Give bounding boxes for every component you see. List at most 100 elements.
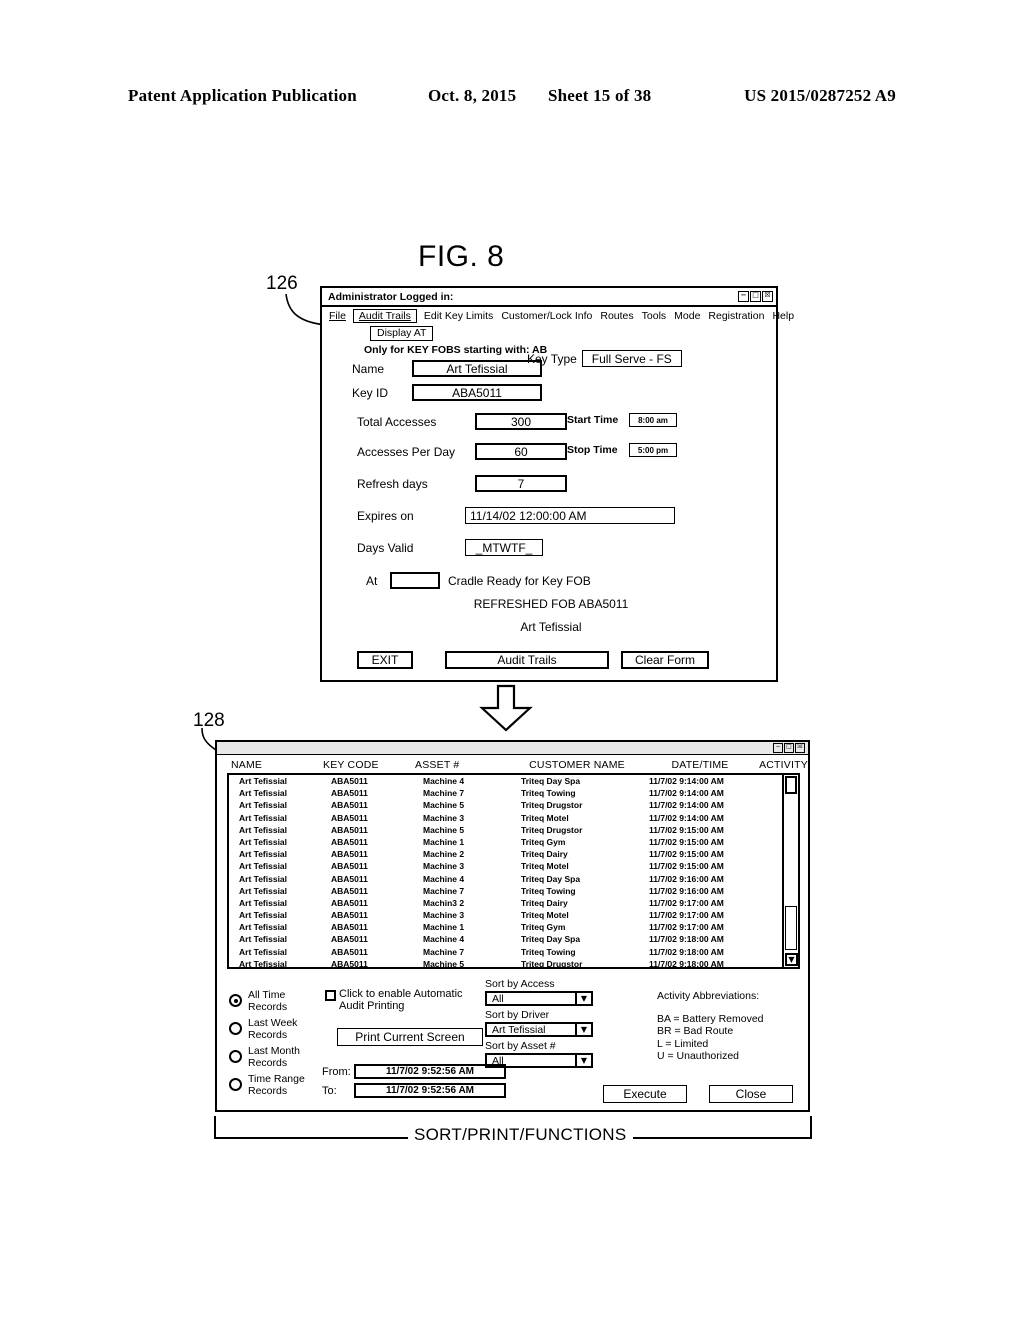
menu-item-edit-key-limits[interactable]: Edit Key Limits (423, 310, 494, 322)
chevron-down-icon[interactable]: ▼ (575, 993, 591, 1004)
accesses-per-day-field[interactable]: 60 (475, 443, 567, 460)
table-body: Art Tefissial ABA5011 Machine 4 Triteq Day … (229, 775, 798, 969)
at-field[interactable] (390, 572, 440, 589)
table-row[interactable]: Art Tefissial ABA5011 Machine 4 Triteq Day … (229, 873, 798, 885)
table-cell-cust: Triteq Dairy (521, 897, 568, 908)
refresh-status-line2: Art Tefissial (520, 620, 582, 634)
expires-on-row: Expires on 11/14/02 12:00:00 AM (357, 507, 675, 524)
menu-item-registration[interactable]: Registration (707, 310, 765, 322)
days-valid-field[interactable]: _MTWTF_ (465, 539, 543, 556)
table-cell-key: ABA5011 (331, 922, 368, 933)
audit-trails-button[interactable]: Audit Trails (445, 651, 609, 669)
table-row[interactable]: Art Tefissial ABA5011 Machin3 2 Triteq Dair… (229, 897, 798, 909)
start-time-field[interactable]: 8:00 am (629, 413, 677, 427)
key-id-label: Key ID (352, 385, 389, 400)
expires-on-label: Expires on (357, 508, 414, 523)
menu-item-customer-lock-info[interactable]: Customer/Lock Info (500, 310, 593, 322)
sort-select-group: Sort by Access All ▼ Sort by Driver Art Tefi… (485, 978, 593, 1071)
menu-item-routes[interactable]: Routes (599, 310, 634, 322)
table-row[interactable]: Art Tefissial ABA5011 Machine 3 Triteq Mote… (229, 909, 798, 921)
clear-form-button[interactable]: Clear Form (621, 651, 709, 669)
chevron-down-icon[interactable]: ▼ (575, 1024, 591, 1035)
scrollbar-track-segment[interactable] (785, 906, 797, 950)
radio-button[interactable] (229, 1078, 242, 1091)
menu-item-mode[interactable]: Mode (673, 310, 701, 322)
table-cell-asset: Machine 5 (423, 824, 465, 835)
table-row[interactable]: Art Tefissial ABA5011 Machine 4 Triteq Day … (229, 933, 798, 945)
from-field[interactable]: 11/7/02 9:52:56 AM (354, 1064, 506, 1079)
radio-label-line2: Records (248, 1056, 288, 1069)
table-cell-cust: Triteq Drugstor (521, 824, 583, 835)
radio-label: Last Week Records (248, 1017, 297, 1041)
minimize-icon[interactable]: − (773, 743, 783, 753)
menu-item-tools[interactable]: Tools (641, 310, 668, 322)
select-2[interactable]: Art Tefissial ▼ (485, 1022, 593, 1037)
scroll-down-arrow-icon[interactable]: ▼ (785, 953, 798, 966)
radio-button[interactable] (229, 994, 242, 1007)
table-row[interactable]: Art Tefissial ABA5011 Machine 5 Triteq Drug… (229, 799, 798, 811)
table-cell-key: ABA5011 (331, 788, 368, 799)
maximize-icon[interactable]: □ (784, 743, 794, 753)
exit-button[interactable]: EXIT (357, 651, 413, 669)
table-row[interactable]: Art Tefissial ABA5011 Machine 1 Triteq Gym 1… (229, 921, 798, 933)
table-row[interactable]: Art Tefissial ABA5011 Machine 5 Triteq Drug… (229, 958, 798, 969)
refresh-days-field[interactable]: 7 (475, 475, 567, 492)
scrollbar-thumb[interactable] (785, 776, 797, 794)
key-id-field[interactable]: ABA5011 (412, 384, 542, 401)
table-cell-date: 11/7/02 9:18:00 AM (649, 934, 724, 945)
auto-audit-printing-checkbox-row[interactable]: Click to enable Automatic Audit Printing (325, 988, 463, 1012)
print-current-screen-button[interactable]: Print Current Screen (337, 1028, 483, 1046)
table-row[interactable]: Art Tefissial ABA5011 Machine 4 Triteq Day … (229, 775, 798, 787)
radio-option-2[interactable]: Last Week Records (229, 1017, 305, 1041)
at-label: At (366, 573, 378, 588)
table-row[interactable]: Art Tefissial ABA5011 Machine 1 Triteq Gym 1… (229, 836, 798, 848)
table-row[interactable]: Art Tefissial ABA5011 Machine 2 Triteq Dair… (229, 848, 798, 860)
close-icon[interactable]: ☒ (795, 743, 805, 753)
expires-on-field[interactable]: 11/14/02 12:00:00 AM (465, 507, 675, 524)
table-row[interactable]: Art Tefissial ABA5011 Machine 7 Triteq Towi… (229, 946, 798, 958)
auto-audit-printing-checkbox[interactable] (325, 990, 336, 1001)
table-row[interactable]: Art Tefissial ABA5011 Machine 5 Triteq Drug… (229, 824, 798, 836)
publication-title: Patent Application Publication (128, 86, 357, 105)
to-field[interactable]: 11/7/02 9:52:56 AM (354, 1083, 506, 1098)
table-scrollbar[interactable]: ▼ (782, 775, 798, 967)
key-type-label: Key Type (527, 351, 577, 366)
name-row: Name Art Tefissial (352, 360, 542, 377)
key-type-field[interactable]: Full Serve - FS (581, 350, 682, 367)
menu-item-audit-trails[interactable]: Audit Trails (352, 309, 417, 323)
radio-button[interactable] (229, 1022, 242, 1035)
minimize-icon[interactable]: − (738, 291, 749, 302)
table-cell-key: ABA5011 (331, 897, 368, 908)
select-1[interactable]: All ▼ (485, 991, 593, 1006)
checkbox-label-line2: Audit Printing (339, 1000, 405, 1012)
close-icon[interactable]: ☒ (762, 291, 773, 302)
table-cell-cust: Triteq Motel (521, 910, 569, 921)
table-cell-name: Art Tefissial (239, 800, 288, 811)
total-accesses-field[interactable]: 300 (475, 413, 567, 430)
submenu-item-display-at[interactable]: Display AT (370, 326, 434, 341)
radio-label: Time Range Records (248, 1073, 305, 1097)
table-cell-date: 11/7/02 9:15:00 AM (649, 861, 724, 872)
chevron-down-icon[interactable]: ▼ (575, 1055, 591, 1066)
menu-item-help[interactable]: Help (771, 310, 795, 322)
window1-buttons: EXIT Audit Trails Clear Form (357, 651, 709, 669)
menu-item-file[interactable]: File (328, 310, 347, 322)
table-cell-key: ABA5011 (331, 776, 368, 786)
execute-button[interactable]: Execute (603, 1085, 687, 1103)
abbreviation-item: U = Unauthorized (657, 1050, 740, 1062)
table-cell-name: Art Tefissial (239, 958, 288, 969)
radio-button[interactable] (229, 1050, 242, 1063)
table-row[interactable]: Art Tefissial ABA5011 Machine 3 Triteq Mote… (229, 860, 798, 872)
radio-option-4[interactable]: Time Range Records (229, 1073, 305, 1097)
stop-time-field[interactable]: 5:00 pm (629, 443, 677, 457)
radio-option-3[interactable]: Last Month Records (229, 1045, 305, 1069)
table-row[interactable]: Art Tefissial ABA5011 Machine 7 Triteq Towi… (229, 787, 798, 799)
from-label: From: (322, 1065, 351, 1078)
close-button[interactable]: Close (709, 1085, 793, 1103)
table-row[interactable]: Art Tefissial ABA5011 Machine 3 Triteq Mote… (229, 812, 798, 824)
to-label: To: (322, 1084, 337, 1097)
maximize-icon[interactable]: □ (750, 291, 761, 302)
name-field[interactable]: Art Tefissial (412, 360, 542, 377)
radio-option-1[interactable]: All Time Records (229, 989, 305, 1013)
table-row[interactable]: Art Tefissial ABA5011 Machine 7 Triteq Towi… (229, 885, 798, 897)
